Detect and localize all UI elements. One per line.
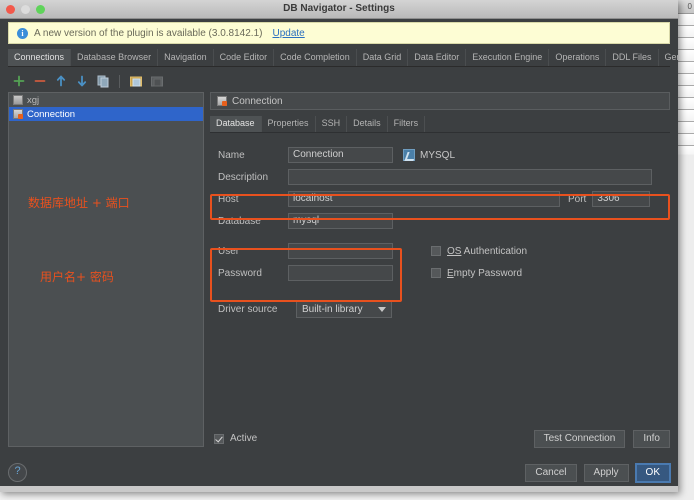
name-label: Name (218, 149, 245, 161)
tab-data-editor[interactable]: Data Editor (408, 49, 467, 66)
window-bottom-edge (0, 486, 678, 492)
empty-password-label: Empty Password (447, 267, 523, 279)
tab-operations[interactable]: Operations (549, 49, 607, 66)
tab-filters[interactable]: Filters (388, 116, 426, 132)
driver-source-label: Driver source (218, 303, 278, 315)
password-label: Password (218, 267, 262, 279)
annotation-host-port: 数据库地址 + 端口 (28, 196, 130, 210)
tab-data-grid[interactable]: Data Grid (357, 49, 409, 66)
host-row: Host localhost Port 3306 (218, 191, 670, 207)
tab-properties[interactable]: Properties (262, 116, 316, 132)
database-type-label: MYSQL (420, 149, 456, 161)
tab-ssh[interactable]: SSH (316, 116, 348, 132)
description-row: Description (218, 169, 670, 185)
description-input[interactable] (288, 169, 652, 185)
panel-title: Connection (232, 95, 283, 107)
port-input[interactable]: 3306 (592, 191, 651, 207)
test-connection-button[interactable]: Test Connection (533, 430, 626, 448)
window-title: DB Navigator - Settings (283, 3, 395, 14)
user-row: User OS Authentication (218, 243, 670, 259)
panel-header: Connection (210, 92, 670, 110)
remove-icon[interactable] (33, 74, 47, 88)
info-icon: i (17, 27, 28, 39)
tree-item-connection[interactable]: Connection (9, 107, 203, 121)
tab-code-editor[interactable]: Code Editor (214, 49, 275, 66)
active-label: Active (230, 433, 258, 444)
annotation-user-password: 用户名+ 密码 (40, 270, 114, 284)
connections-toolbar (8, 71, 670, 91)
os-authentication-label: OS Authentication (447, 245, 528, 257)
database-label: Database (218, 215, 261, 227)
tree-item-label: Connection (27, 108, 76, 120)
connection-tab-bar: Database Properties SSH Details Filters (210, 116, 670, 133)
connection-icon (13, 109, 23, 119)
connection-icon (217, 96, 227, 106)
ok-button[interactable]: OK (635, 464, 670, 482)
tree-item-label: xgj (27, 94, 40, 106)
tab-details[interactable]: Details (347, 116, 388, 132)
host-input[interactable]: localhost (288, 191, 560, 207)
tab-general[interactable]: General (659, 49, 678, 66)
plugin-update-notification: i A new version of the plugin is availab… (8, 22, 670, 44)
os-authentication-checkbox-row[interactable]: OS Authentication (431, 246, 527, 257)
update-link[interactable]: Update (272, 28, 304, 39)
user-label: User (218, 245, 240, 257)
tab-code-completion[interactable]: Code Completion (274, 49, 357, 66)
help-button[interactable]: ? (8, 463, 27, 482)
paste-icon[interactable] (129, 74, 143, 88)
connection-settings-panel: Connection Database Properties SSH Detai… (210, 92, 670, 447)
move-down-icon[interactable] (75, 74, 89, 88)
tree-item-xgj[interactable]: xgj (9, 93, 203, 107)
empty-password-checkbox[interactable] (431, 268, 441, 278)
delete-icon (150, 74, 164, 88)
add-icon[interactable] (12, 74, 26, 88)
chevron-down-icon (378, 306, 386, 312)
host-label: Host (218, 193, 239, 205)
tab-navigation[interactable]: Navigation (158, 49, 214, 66)
tab-execution-engine[interactable]: Execution Engine (466, 49, 550, 66)
driver-source-row: Driver source Built-in library (218, 300, 670, 318)
active-checkbox[interactable] (214, 433, 224, 444)
window-titlebar: DB Navigator - Settings (0, 0, 678, 19)
notification-text: A new version of the plugin is available… (34, 27, 263, 39)
password-row: Password Empty Password (218, 265, 670, 281)
tab-ddl-files[interactable]: DDL Files (606, 49, 659, 66)
copy-icon[interactable] (96, 74, 110, 88)
empty-password-checkbox-row[interactable]: Empty Password (431, 268, 522, 279)
tab-connections[interactable]: Connections (8, 49, 72, 66)
name-row: Name Connection MYSQL (218, 147, 670, 163)
port-label: Port (568, 193, 587, 205)
cancel-button[interactable]: Cancel (525, 464, 577, 482)
database-type-badge: MYSQL (403, 149, 455, 161)
settings-tab-bar: Connections Database Browser Navigation … (8, 49, 678, 67)
driver-source-value: Built-in library (302, 303, 363, 315)
toolbar-separator (119, 74, 120, 88)
description-label: Description (218, 171, 269, 183)
port-group: Port 3306 (568, 191, 651, 207)
password-input[interactable] (288, 265, 393, 281)
name-input[interactable]: Connection (288, 147, 393, 163)
tab-database-browser[interactable]: Database Browser (71, 49, 159, 66)
tab-database[interactable]: Database (210, 116, 262, 132)
info-button[interactable]: Info (633, 430, 670, 448)
active-checkbox-row[interactable]: Active (214, 433, 257, 444)
mysql-icon (403, 149, 415, 161)
connection-actions: Test Connection Info (533, 430, 670, 448)
move-up-icon[interactable] (54, 74, 68, 88)
user-input[interactable] (288, 243, 393, 259)
os-authentication-checkbox[interactable] (431, 246, 441, 256)
settings-window: DB Navigator - Settings i A new version … (0, 0, 678, 492)
apply-button[interactable]: Apply (583, 464, 629, 482)
database-input[interactable]: mysql (288, 213, 393, 229)
folder-icon (13, 95, 23, 105)
dialog-buttons: Cancel Apply OK (525, 464, 670, 482)
connection-form: Name Connection MYSQL Description Host l… (210, 147, 670, 318)
database-row: Database mysql (218, 213, 670, 229)
driver-source-select[interactable]: Built-in library (296, 300, 392, 318)
screen: 0 DB Navigator - Settings i A new versio… (0, 0, 694, 500)
